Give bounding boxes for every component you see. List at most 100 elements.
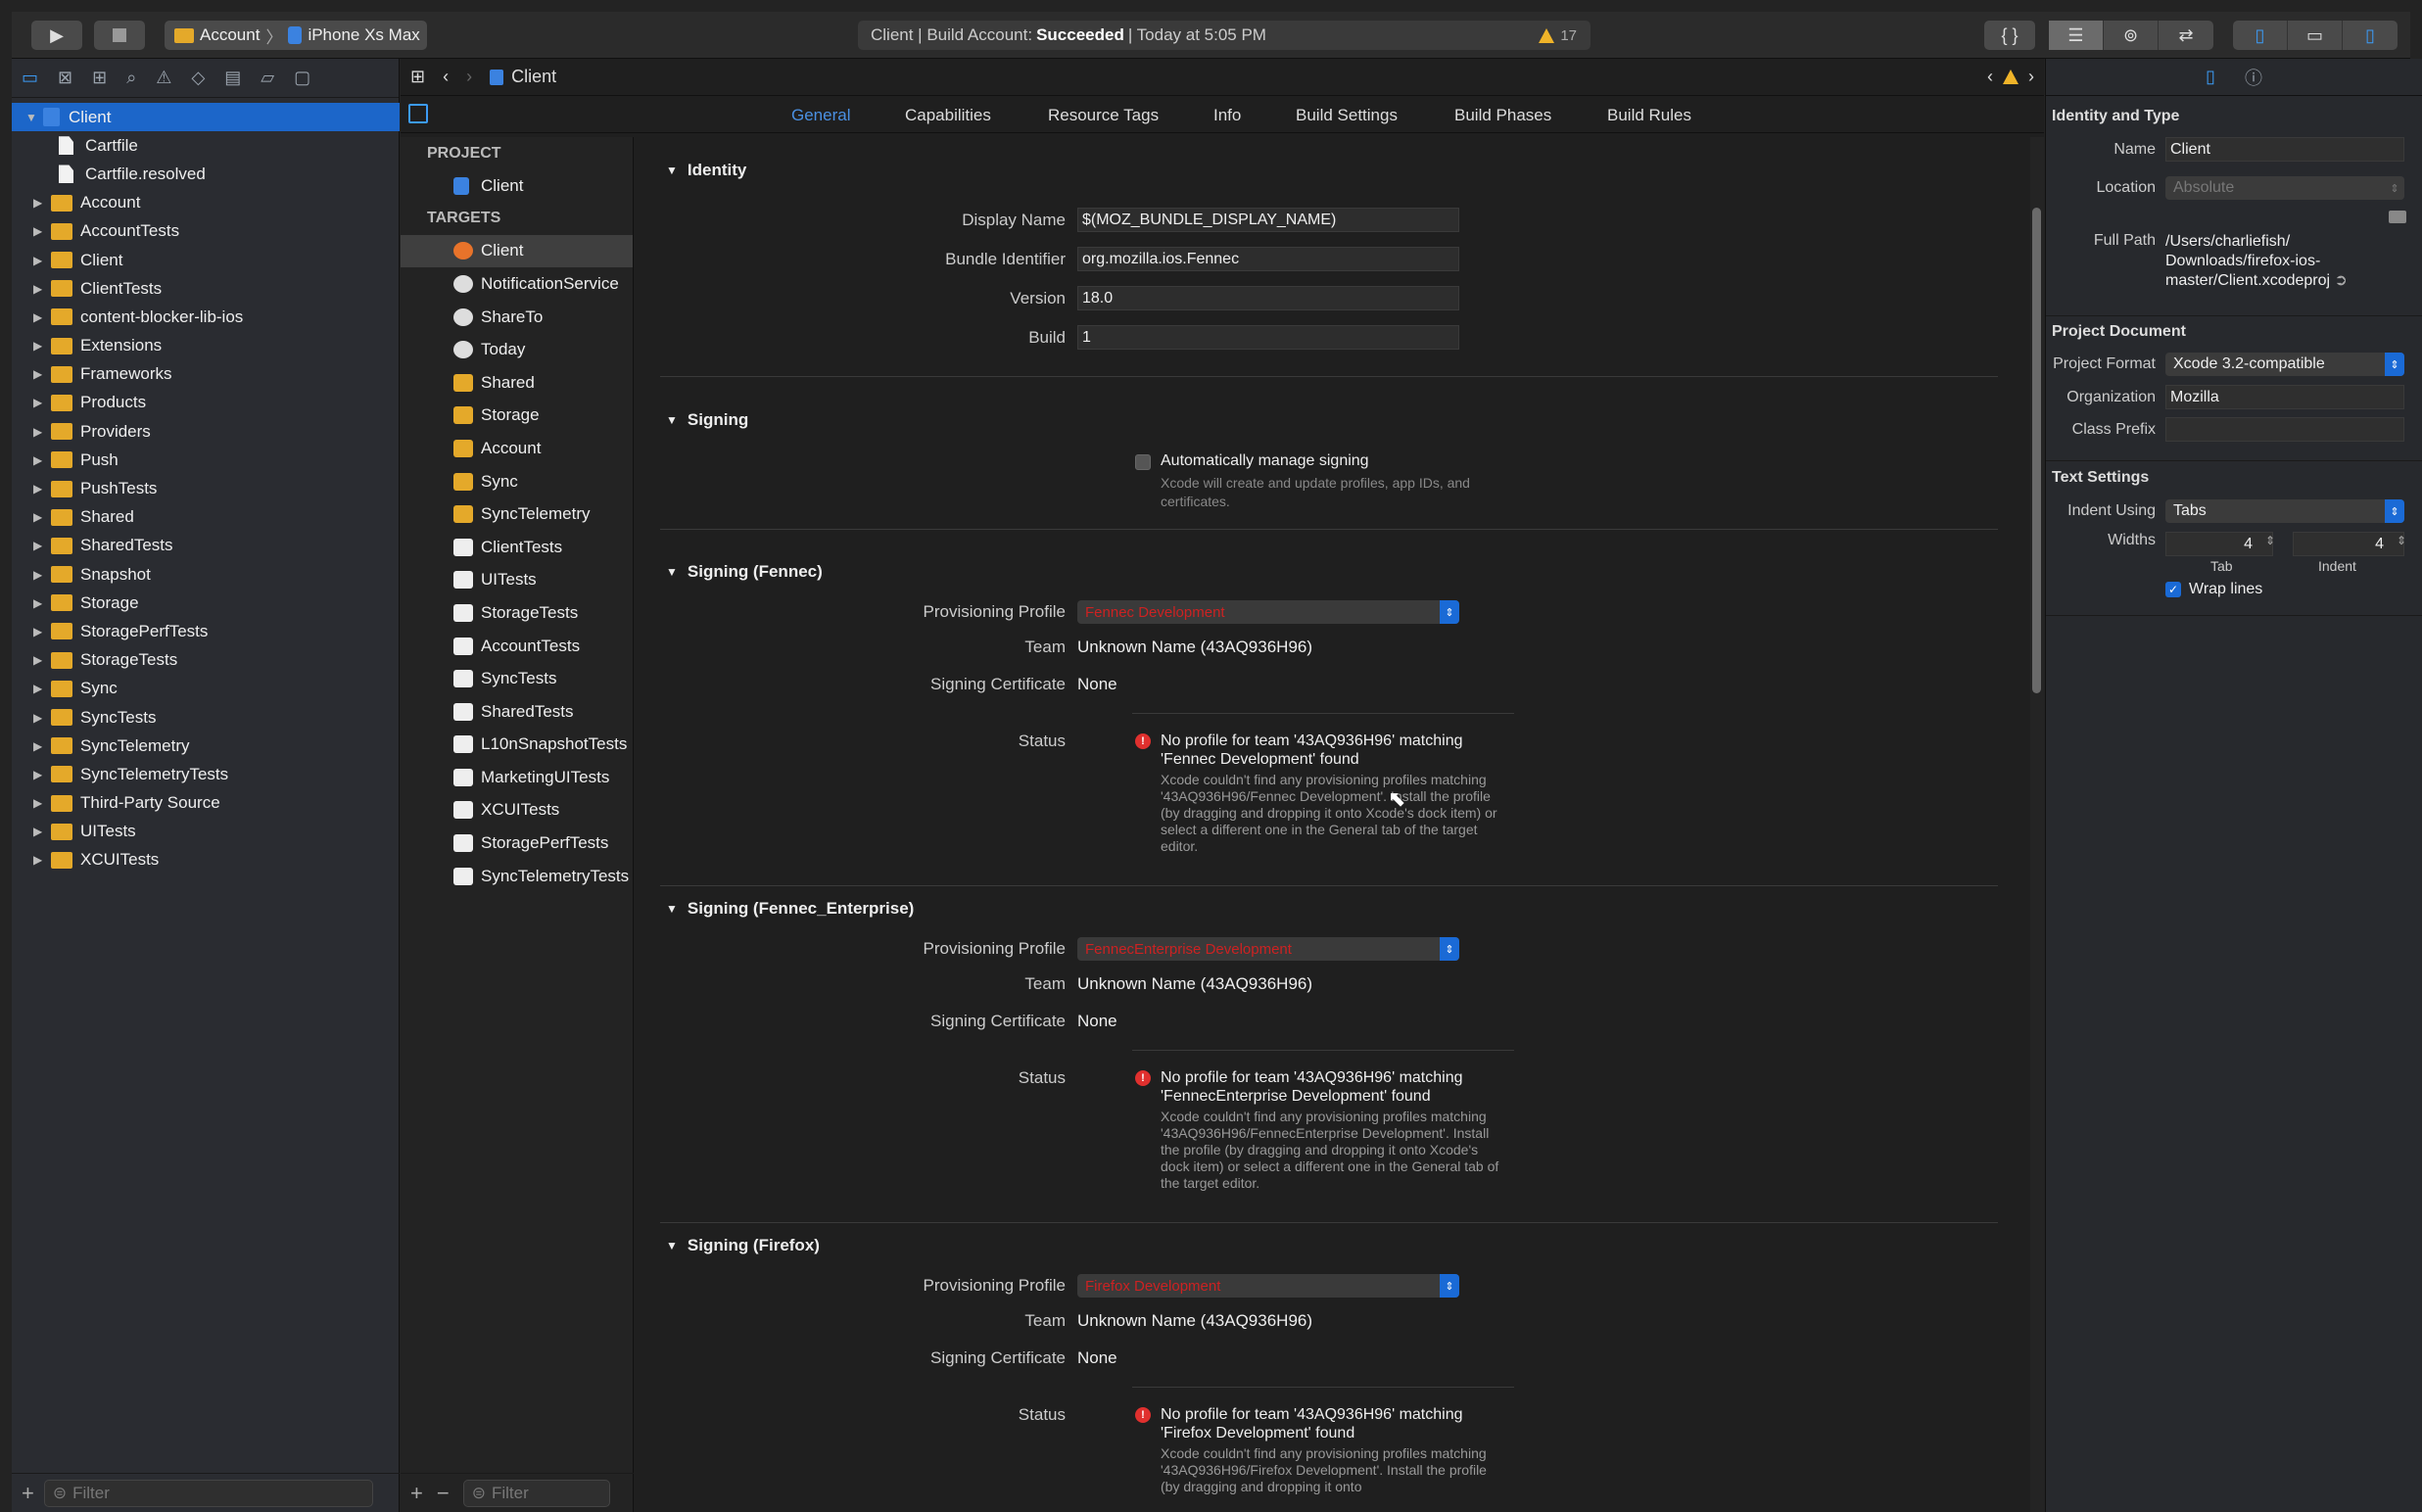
source-control-icon[interactable]: ⊠ bbox=[58, 68, 72, 88]
tree-item[interactable]: ▶ Sync bbox=[12, 675, 400, 703]
identity-section-header[interactable]: ▼ Identity bbox=[666, 161, 746, 180]
report-icon[interactable]: ▢ bbox=[294, 68, 310, 88]
disclosure-closed-icon[interactable]: ▶ bbox=[33, 596, 45, 610]
add-target-icon[interactable]: + bbox=[410, 1481, 423, 1506]
signing-variant-header[interactable]: ▼ Signing (Firefox) bbox=[666, 1236, 820, 1255]
tree-item[interactable]: ▶ Snapshot bbox=[12, 560, 400, 589]
breakpoint-icon[interactable]: ▱ bbox=[261, 68, 274, 88]
next-issue-icon[interactable]: › bbox=[2028, 67, 2034, 87]
folder-icon[interactable]: ▭ bbox=[22, 68, 38, 88]
disclosure-closed-icon[interactable]: ▶ bbox=[33, 510, 45, 524]
target-item[interactable]: UITests bbox=[401, 564, 633, 597]
tree-item[interactable]: ▶ ClientTests bbox=[12, 274, 400, 303]
tree-item[interactable]: ▶ StorageTests bbox=[12, 646, 400, 675]
disclosure-closed-icon[interactable]: ▶ bbox=[33, 768, 45, 781]
folder-icon[interactable] bbox=[2389, 211, 2406, 223]
tree-item[interactable]: ▶ AccountTests bbox=[12, 217, 400, 246]
organization-field[interactable]: Mozilla bbox=[2165, 385, 2404, 409]
issue-icon[interactable]: ⚠ bbox=[156, 68, 171, 88]
back-icon[interactable]: ‹ bbox=[443, 67, 449, 87]
disclosure-closed-icon[interactable]: ▶ bbox=[33, 625, 45, 638]
disclosure-closed-icon[interactable]: ▶ bbox=[33, 282, 45, 296]
disclosure-closed-icon[interactable]: ▶ bbox=[33, 539, 45, 552]
tree-item[interactable]: ▶ content-blocker-lib-ios bbox=[12, 303, 400, 331]
grid-icon[interactable]: ⊞ bbox=[410, 67, 425, 87]
tree-item[interactable]: ▶ Account bbox=[12, 189, 400, 217]
target-item[interactable]: SyncTests bbox=[401, 662, 633, 695]
disclosure-closed-icon[interactable]: ▶ bbox=[33, 224, 45, 238]
tree-item[interactable]: ▶ SyncTelemetry bbox=[12, 732, 400, 760]
tree-item[interactable]: ▶ SyncTelemetryTests bbox=[12, 760, 400, 788]
target-item[interactable]: Today bbox=[401, 333, 633, 366]
jump-bar-item[interactable]: Client bbox=[490, 67, 556, 87]
tree-item[interactable]: ▶ Providers bbox=[12, 417, 400, 446]
toggle-inspector-button[interactable]: ▯ bbox=[2343, 21, 2398, 50]
tree-item[interactable]: Cartfile.resolved bbox=[12, 160, 400, 188]
sidebar-toggle-icon[interactable] bbox=[408, 104, 428, 123]
target-item[interactable]: ClientTests bbox=[401, 531, 633, 564]
stepper-icon[interactable]: ⇕ bbox=[2265, 534, 2275, 547]
disclosure-closed-icon[interactable]: ▶ bbox=[33, 367, 45, 381]
signing-section-header[interactable]: ▼ Signing bbox=[666, 410, 748, 430]
indent-width-stepper[interactable]: 4 bbox=[2293, 532, 2404, 556]
disclosure-closed-icon[interactable]: ▶ bbox=[33, 711, 45, 725]
class-prefix-field[interactable] bbox=[2165, 417, 2404, 442]
symbol-icon[interactable]: ⊞ bbox=[92, 68, 107, 88]
provisioning-profile-popup[interactable]: Fennec Development ⇕ bbox=[1077, 600, 1459, 624]
scheme-selector[interactable]: Account 〉 iPhone Xs Max bbox=[165, 21, 427, 50]
run-button[interactable]: ▶ bbox=[31, 21, 82, 50]
add-icon[interactable]: + bbox=[22, 1481, 34, 1506]
disclosure-closed-icon[interactable]: ▶ bbox=[33, 396, 45, 409]
disclosure-closed-icon[interactable]: ▶ bbox=[33, 568, 45, 582]
name-field[interactable]: Client bbox=[2165, 137, 2404, 162]
bundle-id-field[interactable]: org.mozilla.ios.Fennec bbox=[1077, 247, 1459, 271]
tab-resource-tags[interactable]: Resource Tags bbox=[1048, 106, 1159, 125]
tree-item[interactable]: ▶ Storage bbox=[12, 589, 400, 617]
tree-item[interactable]: ▶ Client bbox=[12, 246, 400, 274]
disclosure-closed-icon[interactable]: ▶ bbox=[33, 682, 45, 695]
signing-variant-header[interactable]: ▼ Signing (Fennec) bbox=[666, 562, 823, 582]
target-item[interactable]: ShareTo bbox=[401, 301, 633, 334]
tab-build-rules[interactable]: Build Rules bbox=[1607, 106, 1691, 125]
disclosure-closed-icon[interactable]: ▶ bbox=[33, 425, 45, 439]
disclosure-closed-icon[interactable]: ▶ bbox=[33, 339, 45, 353]
target-item[interactable]: SharedTests bbox=[401, 695, 633, 729]
wrap-lines-checkbox[interactable]: ✓ bbox=[2165, 582, 2181, 597]
reveal-arrow-icon[interactable]: ➲ bbox=[2335, 272, 2348, 289]
tab-capabilities[interactable]: Capabilities bbox=[905, 106, 991, 125]
tree-item[interactable]: ▶ SharedTests bbox=[12, 532, 400, 560]
disclosure-closed-icon[interactable]: ▶ bbox=[33, 453, 45, 467]
target-item[interactable]: NotificationService bbox=[401, 267, 633, 301]
project-format-popup[interactable]: Xcode 3.2-compatible ⇕ bbox=[2165, 353, 2404, 376]
forward-icon[interactable]: › bbox=[466, 67, 472, 87]
target-item[interactable]: AccountTests bbox=[401, 630, 633, 663]
auto-signing-checkbox[interactable] bbox=[1135, 454, 1151, 470]
disclosure-open-icon[interactable]: ▼ bbox=[25, 111, 37, 124]
tab-info[interactable]: Info bbox=[1213, 106, 1241, 125]
editor-scrollbar[interactable] bbox=[2030, 137, 2044, 1512]
disclosure-closed-icon[interactable]: ▶ bbox=[33, 796, 45, 810]
target-item[interactable]: Sync bbox=[401, 465, 633, 498]
tab-general[interactable]: General bbox=[791, 106, 850, 125]
targets-filter-field[interactable]: ⊜ Filter bbox=[462, 1479, 610, 1507]
provisioning-profile-popup[interactable]: Firefox Development ⇕ bbox=[1077, 1274, 1459, 1298]
tree-item[interactable]: Cartfile bbox=[12, 131, 400, 160]
target-item[interactable]: L10nSnapshotTests bbox=[401, 729, 633, 762]
tab-build-phases[interactable]: Build Phases bbox=[1454, 106, 1551, 125]
toggle-debug-button[interactable]: ▭ bbox=[2288, 21, 2343, 50]
build-field[interactable]: 1 bbox=[1077, 325, 1459, 350]
warning-indicator[interactable]: 17 bbox=[1539, 27, 1577, 44]
target-item[interactable]: StoragePerfTests bbox=[401, 827, 633, 860]
tree-item[interactable]: ▶ Shared bbox=[12, 503, 400, 532]
tree-item[interactable]: ▶ Frameworks bbox=[12, 360, 400, 389]
help-icon[interactable]: ⓘ bbox=[2245, 65, 2262, 90]
debug-icon[interactable]: ▤ bbox=[224, 68, 241, 88]
disclosure-closed-icon[interactable]: ▶ bbox=[33, 196, 45, 210]
disclosure-closed-icon[interactable]: ▶ bbox=[33, 653, 45, 667]
target-item[interactable]: Shared bbox=[401, 366, 633, 400]
tree-item[interactable]: ▶ SyncTests bbox=[12, 703, 400, 732]
disclosure-closed-icon[interactable]: ▶ bbox=[33, 254, 45, 267]
assistant-editor-button[interactable]: ⊚ bbox=[2104, 21, 2159, 50]
toggle-navigator-button[interactable]: ▯ bbox=[2233, 21, 2288, 50]
remove-target-icon[interactable]: − bbox=[437, 1481, 450, 1506]
